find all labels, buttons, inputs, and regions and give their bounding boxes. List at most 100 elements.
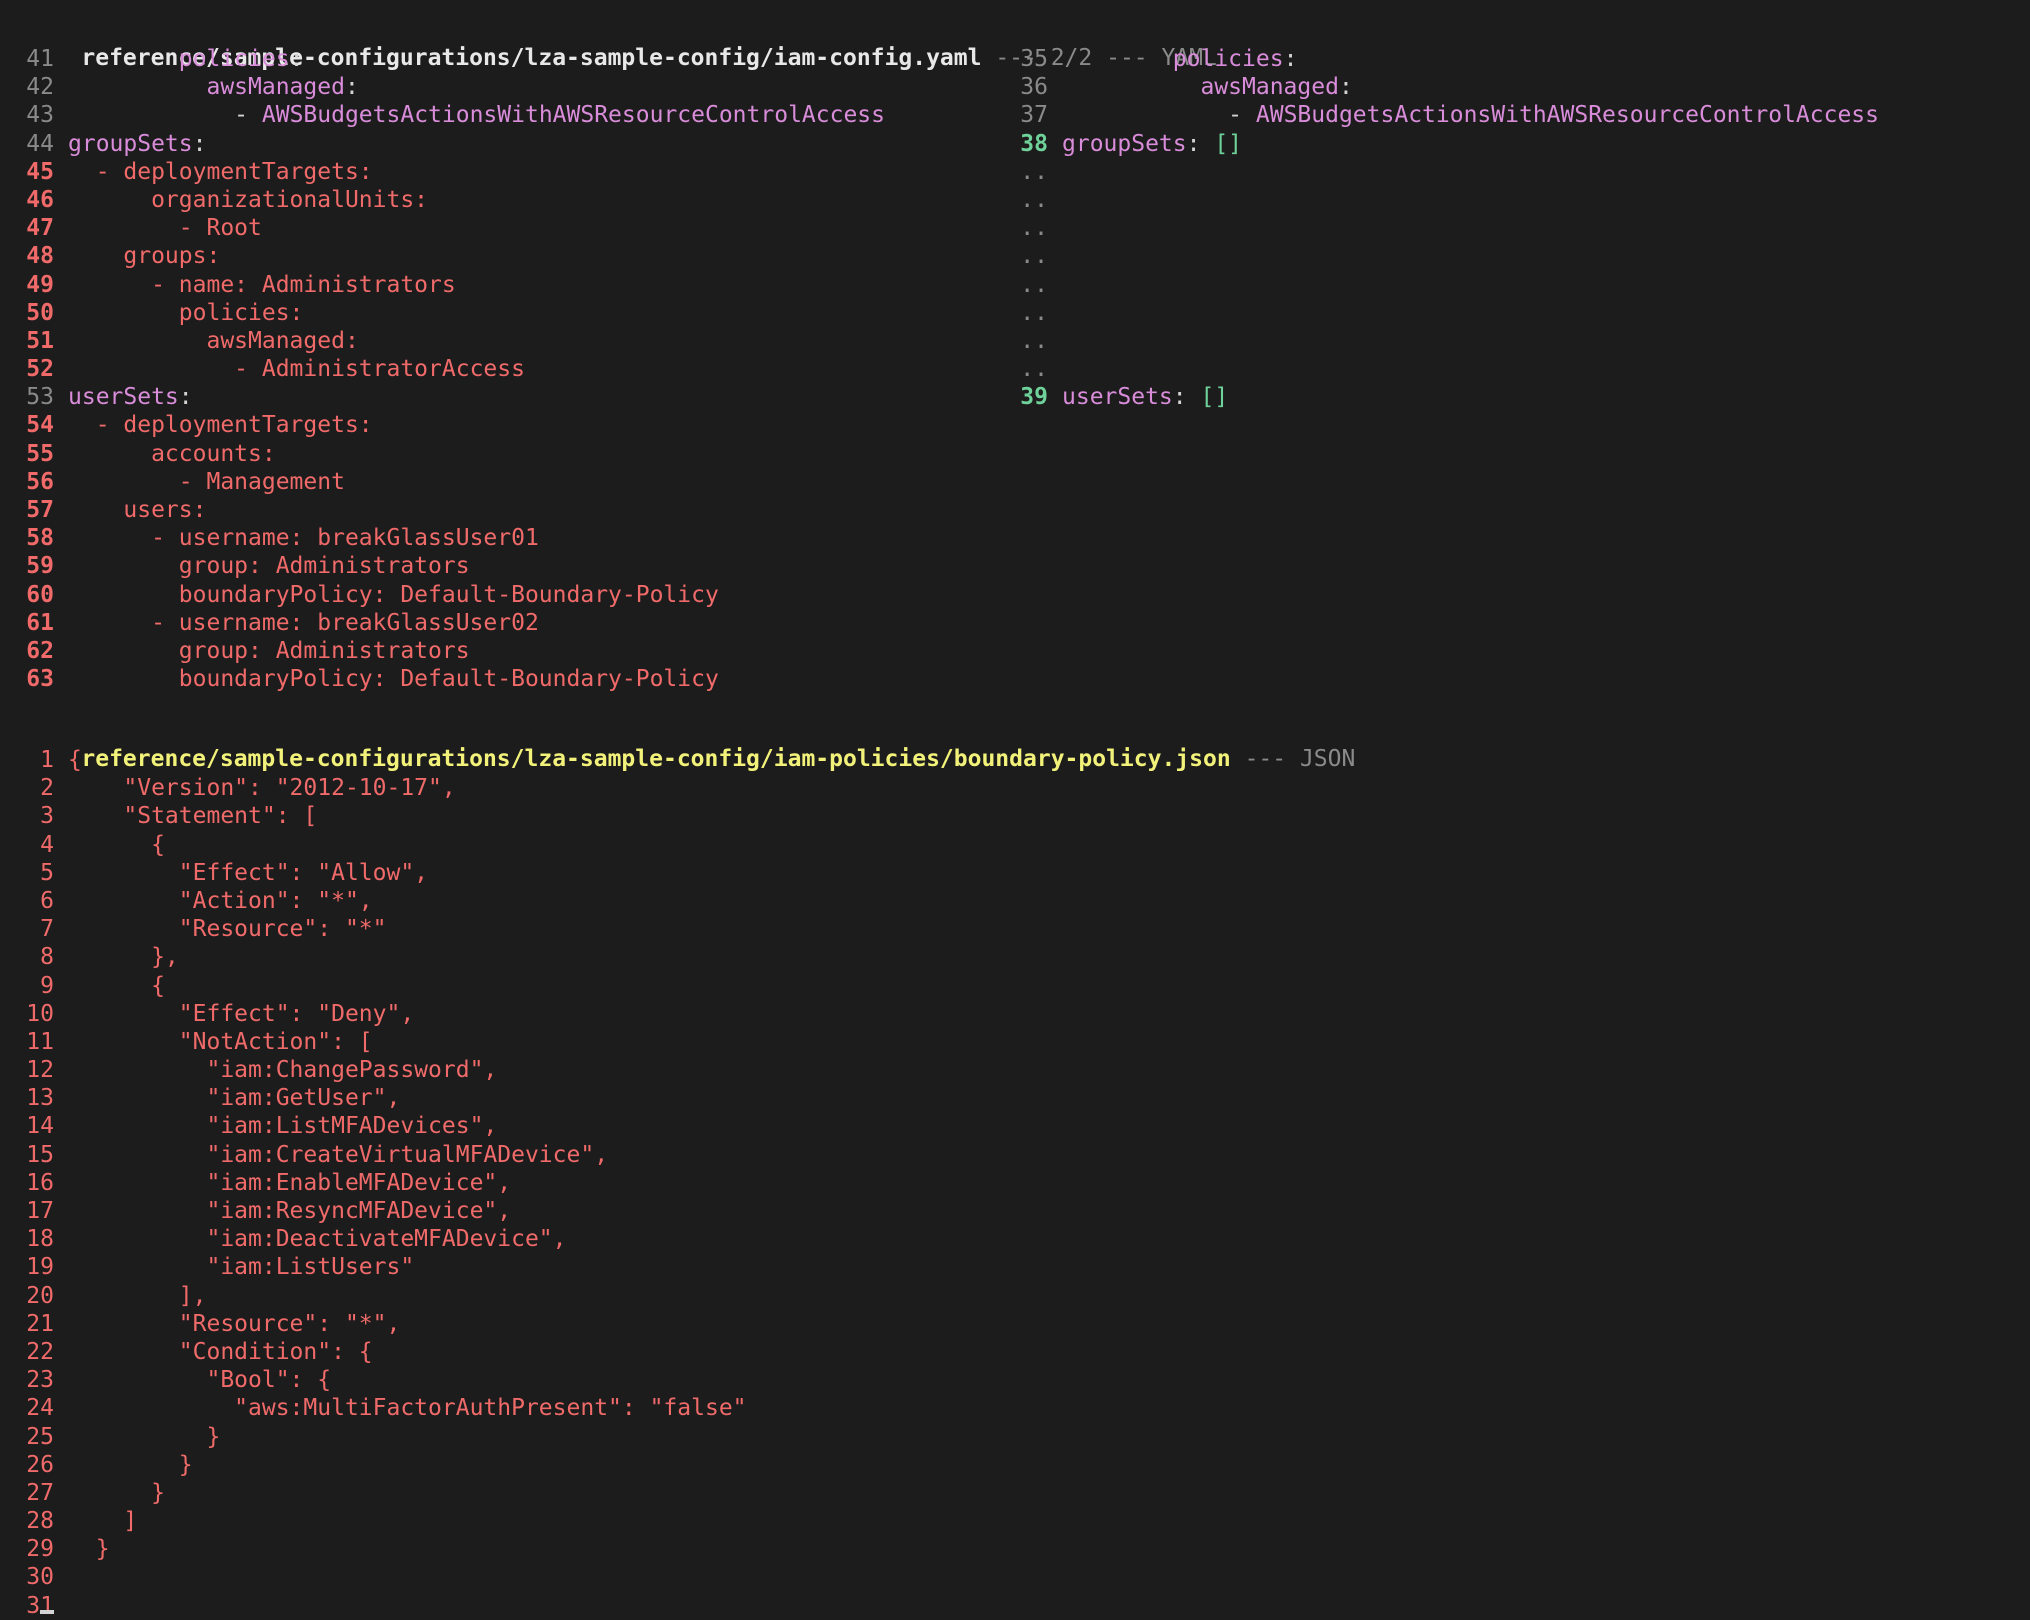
line-number: 15 [26,1141,54,1168]
json-line: 14 "iam:ListMFADevices", [26,1112,747,1140]
json-line: 12 "iam:ChangePassword", [26,1056,747,1084]
code-token: [] [1214,130,1243,157]
line-number: .. [1020,158,1048,185]
line-number: 48 [26,243,54,270]
line-number: 59 [26,553,54,580]
line-number: 23 [26,1367,54,1394]
json-line: 26 } [26,1451,747,1479]
code-token: "Effect": "Deny", [68,1000,415,1027]
diff-line: 56 - Management [26,468,885,496]
line-number: 3 [40,803,54,830]
code-token: ], [68,1282,207,1309]
code-token: awsManaged [68,74,345,101]
line-number: 38 [1020,130,1048,157]
terminal-diff-view: reference/sample-configurations/lza-samp… [0,0,2030,1619]
diff-line: 43 - AWSBudgetsActionsWithAWSResourceCon… [26,101,885,129]
diff-line: 41 policies: [26,45,885,73]
code-token: - [68,102,262,129]
line-number: 53 [26,384,54,411]
code-token: - Management [68,468,345,495]
line-number: 57 [26,497,54,523]
line-number: 51 [26,327,54,354]
line-number: 36 [1020,74,1048,101]
json-line: 27 } [26,1479,747,1507]
json-line: 7 "Resource": "*" [26,915,747,943]
code-token: } [68,1451,193,1478]
line-number: 25 [26,1423,54,1450]
json-line: 22 "Condition": { [26,1338,747,1366]
diff-line: 58 - username: breakGlassUser01 [26,524,885,552]
line-number: 11 [26,1028,54,1055]
line-number: 30 [26,1564,54,1591]
line-number: 35 [1020,46,1048,72]
code-token: "Resource": "*" [68,916,387,943]
code-token: "Condition": { [68,1338,373,1365]
line-number: 17 [26,1198,54,1224]
code-token: { [68,747,82,773]
json-line: 19 "iam:ListUsers" [26,1253,747,1281]
code-token: - name: Administrators [68,271,456,298]
diff-line: 52 - AdministratorAccess [26,355,885,383]
line-number: 12 [26,1057,54,1084]
line-number: 47 [26,215,54,242]
code-token: userSets [68,384,179,411]
line-number: 61 [26,609,54,636]
line-number: 13 [26,1085,54,1112]
code-token: "NotAction": [ [68,1028,373,1055]
line-number: 28 [26,1508,54,1535]
line-number: 29 [26,1536,54,1563]
yaml-old-pane: 41 policies: 42 awsManaged: 43 - AWSBudget… [26,45,885,693]
yaml-file-header: reference/sample-configurations/lza-samp… [26,16,1216,71]
code-token: "Action": "*", [68,887,373,914]
code-token: "aws:MultiFactorAuthPresent": "false" [68,1395,747,1422]
code-token: - username: breakGlassUser02 [68,609,539,636]
yaml-new-pane: 35 policies: 36 awsManaged: 37 - AWSBudget… [1020,45,1879,411]
line-number: 55 [26,440,54,467]
json-line: 18 "iam:DeactivateMFADevice", [26,1225,747,1253]
line-number: 26 [26,1451,54,1478]
code-token: "iam:ListMFADevices", [68,1113,498,1140]
code-token: "iam:ListUsers" [68,1254,415,1281]
diff-line: 60 boundaryPolicy: Default-Boundary-Poli… [26,581,885,609]
line-number: 22 [26,1338,54,1365]
line-number: 42 [26,74,54,101]
code-token: policies: [68,299,304,326]
code-token: - Root [68,215,262,242]
line-number: 56 [26,468,54,495]
code-token: AWSBudgetsActionsWithAWSResourceControlA… [261,102,885,129]
diff-line: 62 group: Administrators [26,637,885,665]
code-token: : [178,384,193,411]
line-number: 9 [40,972,54,999]
line-number: 8 [40,944,54,971]
diff-line: 61 - username: breakGlassUser02 [26,609,885,637]
line-number: 43 [26,102,54,129]
code-token: : [344,74,359,101]
diff-line: .. [1020,242,1879,270]
json-file-header: reference/sample-configurations/lza-samp… [26,717,1355,772]
code-token: awsManaged: [68,327,359,354]
line-number: 37 [1020,102,1048,129]
diff-line: 53 userSets: [26,383,885,411]
line-number: 19 [26,1254,54,1281]
line-number: 63 [26,666,54,693]
diff-line: 47 - Root [26,214,885,242]
code-token: groups: [68,243,221,270]
code-token: "iam:ResyncMFADevice", [68,1198,512,1224]
diff-line: 51 awsManaged: [26,327,885,355]
code-token: "iam:EnableMFADevice", [68,1169,512,1196]
diff-line: .. [1020,299,1879,327]
diff-line: 44 groupSets: [26,130,885,158]
line-number: .. [1020,299,1048,326]
diff-line: .. [1020,327,1879,355]
code-token: "Effect": "Allow", [68,859,429,886]
line-number: 24 [26,1395,54,1422]
line-number: 54 [26,412,54,439]
code-token: { [68,831,165,858]
code-token: : [1283,46,1298,72]
line-number: 6 [40,887,54,914]
json-line: 28 ] [26,1507,747,1535]
diff-line: 55 accounts: [26,440,885,468]
line-number: .. [1020,356,1048,383]
diff-line: 45 - deploymentTargets: [26,158,885,186]
code-token: groupSets [1062,130,1187,157]
